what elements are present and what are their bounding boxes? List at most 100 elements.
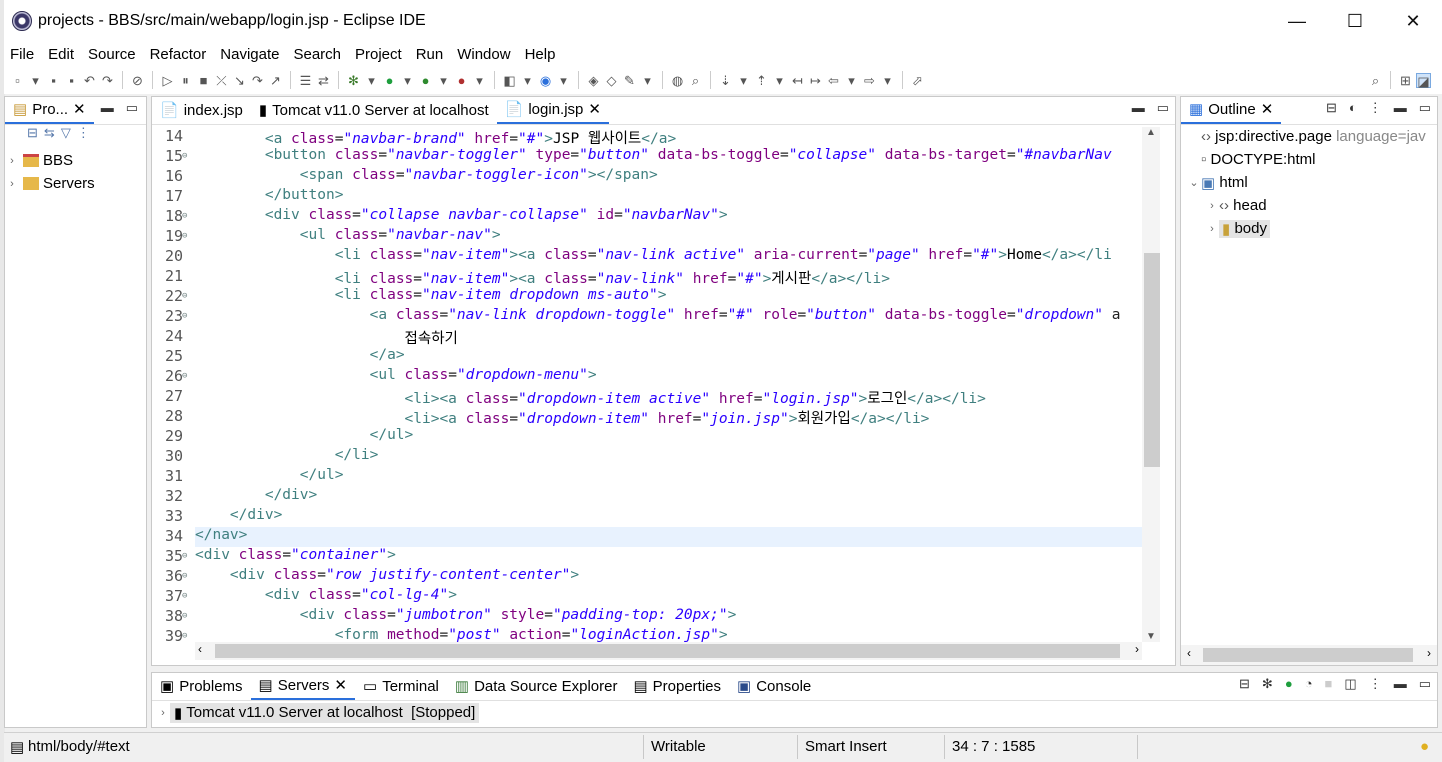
tab-index-jsp[interactable]: 📄 index.jsp (152, 96, 251, 124)
menu-help[interactable]: Help (525, 46, 556, 63)
tab-outline[interactable]: ▦ Outline ✕ (1181, 96, 1282, 124)
outline-item-doctype[interactable]: ▫ DOCTYPE:html (1187, 148, 1437, 171)
menu-search[interactable]: Search (293, 46, 341, 63)
suspend-icon[interactable]: ⏸ (178, 73, 193, 88)
new-class-dropdown-icon[interactable]: ▾ (556, 73, 571, 88)
menu-file[interactable]: File (10, 46, 34, 63)
view-menu-icon[interactable]: ⋮ (1369, 100, 1382, 116)
next-annotation-dropdown-icon[interactable]: ▾ (736, 73, 751, 88)
maximize-view-icon[interactable]: ▭ (1157, 100, 1169, 116)
link-editor-icon[interactable]: ⇆ (44, 125, 55, 141)
save-icon[interactable]: ▪ (46, 73, 61, 88)
menu-edit[interactable]: Edit (48, 46, 74, 63)
view-menu-icon[interactable]: ⋮ (77, 125, 90, 141)
tree-item-servers[interactable]: › Servers (5, 172, 146, 195)
back-dropdown-icon[interactable]: ▾ (844, 73, 859, 88)
fold-icon[interactable]: ⊖ (182, 631, 187, 641)
next-annotation-icon[interactable]: ⇣ (718, 73, 733, 88)
code-line[interactable]: <button class="navbar-toggler" type="but… (195, 147, 1112, 163)
outline-item-head[interactable]: › ‹› head (1187, 194, 1437, 217)
chevron-right-icon[interactable]: › (1205, 200, 1219, 212)
publish-icon[interactable]: ◫ (1344, 676, 1356, 692)
external-tools-icon[interactable]: ● (454, 73, 469, 88)
new-server-icon[interactable]: ◧ (502, 73, 517, 88)
code-area[interactable]: 14 <a class="navbar-brand" href="#">JSP … (152, 127, 1142, 642)
code-line[interactable]: <div class="row justify-content-center"> (195, 567, 579, 583)
new-icon[interactable]: ▫ (10, 73, 25, 88)
code-line[interactable]: </ul> (195, 427, 414, 443)
code-line[interactable]: <div class="collapse navbar-collapse" id… (195, 207, 728, 223)
lightbulb-icon[interactable]: ● (1420, 738, 1429, 755)
collapse-icon[interactable]: ⊟ (1239, 676, 1250, 692)
collapse-icon[interactable]: ⊟ (1326, 100, 1337, 116)
save-all-icon[interactable]: ▪ (64, 73, 79, 88)
search-icon[interactable]: ⌕ (1368, 73, 1383, 88)
outline-item-html[interactable]: ⌄ ▣ html (1187, 171, 1437, 194)
code-line[interactable]: <li class="nav-item"><a class="nav-link"… (195, 267, 890, 288)
chevron-right-icon[interactable]: › (5, 155, 19, 167)
search-dropdown-icon[interactable]: ▾ (640, 73, 655, 88)
run-icon[interactable]: ● (382, 73, 397, 88)
fold-icon[interactable]: ⊖ (182, 311, 187, 321)
code-line[interactable]: </div> (195, 487, 317, 503)
maximize-view-icon[interactable]: ▭ (1419, 676, 1431, 692)
tab-servers[interactable]: ▤ Servers ✕ (250, 672, 355, 700)
outline-item-directive[interactable]: ‹› jsp:directive.page language=jav (1187, 125, 1437, 148)
fold-icon[interactable]: ⊖ (182, 571, 187, 581)
code-line[interactable]: <ul class="dropdown-menu"> (195, 367, 597, 383)
tab-data-source-explorer[interactable]: ▥ Data Source Explorer (447, 672, 626, 700)
code-line[interactable]: <a class="nav-link dropdown-toggle" href… (195, 307, 1121, 323)
code-line[interactable]: </nav> (195, 527, 247, 543)
scroll-thumb[interactable] (1203, 648, 1413, 662)
code-line[interactable]: </ul> (195, 467, 344, 483)
maximize-view-icon[interactable]: ▭ (1419, 100, 1431, 116)
code-line[interactable]: <form method="post" action="loginAction.… (195, 627, 728, 642)
external-dropdown-icon[interactable]: ▾ (472, 73, 487, 88)
code-line[interactable]: </div> (195, 507, 282, 523)
disconnect-icon[interactable]: ⤫ (214, 73, 229, 88)
menu-refactor[interactable]: Refactor (150, 46, 207, 63)
code-line[interactable]: </li> (195, 447, 379, 463)
coverage-icon[interactable]: ● (418, 73, 433, 88)
resume-icon[interactable]: ▷ (160, 73, 175, 88)
coverage-dropdown-icon[interactable]: ▾ (436, 73, 451, 88)
start-server-icon[interactable]: ● (1285, 676, 1293, 692)
minimize-view-icon[interactable]: ▬ (101, 100, 114, 116)
step-over-icon[interactable]: ↷ (250, 73, 265, 88)
menu-project[interactable]: Project (355, 46, 402, 63)
tab-problems[interactable]: ▣ Problems (152, 672, 251, 700)
code-line[interactable]: <li><a class="dropdown-item" href="join.… (195, 407, 930, 428)
search-tool-icon[interactable]: ✎ (622, 73, 637, 88)
prev-annotation-icon[interactable]: ⇡ (754, 73, 769, 88)
java-ee-perspective-icon[interactable]: ◪ (1416, 72, 1431, 89)
close-icon[interactable]: ✕ (1261, 100, 1274, 118)
new-class-icon[interactable]: ◉ (538, 73, 553, 88)
minimize-view-icon[interactable]: ▬ (1394, 100, 1407, 116)
fold-icon[interactable]: ⊖ (182, 551, 187, 561)
tab-login-jsp[interactable]: 📄 login.jsp ✕ (496, 96, 609, 124)
close-icon[interactable]: ✕ (73, 100, 86, 118)
code-line[interactable]: </a> (195, 347, 405, 363)
maximize-button[interactable]: ☐ (1326, 0, 1384, 42)
filter-icon[interactable]: ▽ (61, 125, 71, 141)
code-line[interactable]: </button> (195, 187, 344, 203)
run-dropdown-icon[interactable]: ▾ (400, 73, 415, 88)
minimize-button[interactable]: — (1268, 0, 1326, 42)
debug-icon[interactable]: ✻ (346, 73, 361, 88)
collapse-all-icon[interactable]: ⊟ (27, 125, 38, 141)
menu-navigate[interactable]: Navigate (220, 46, 279, 63)
tab-project-explorer[interactable]: ▤ Pro... ✕ (5, 96, 94, 124)
code-line[interactable]: <span class="navbar-toggler-icon"></span… (195, 167, 658, 183)
terminate-icon[interactable]: ■ (196, 73, 211, 88)
redo-icon[interactable]: ↷ (100, 73, 115, 88)
fold-icon[interactable]: ⊖ (182, 591, 187, 601)
open-perspective-icon[interactable]: ⊞ (1398, 73, 1413, 88)
maximize-view-icon[interactable]: ▭ (126, 100, 138, 116)
tab-tomcat-server[interactable]: ▮ Tomcat v11.0 Server at localhost (251, 96, 497, 124)
chevron-right-icon[interactable]: › (1205, 223, 1219, 235)
fold-icon[interactable]: ⊖ (182, 231, 187, 241)
code-line[interactable]: <li class="nav-item dropdown ms-auto"> (195, 287, 667, 303)
scroll-thumb[interactable] (1144, 253, 1160, 467)
code-line[interactable]: <li class="nav-item"><a class="nav-link … (195, 247, 1112, 263)
horizontal-scrollbar[interactable]: ‹ › (195, 642, 1142, 660)
